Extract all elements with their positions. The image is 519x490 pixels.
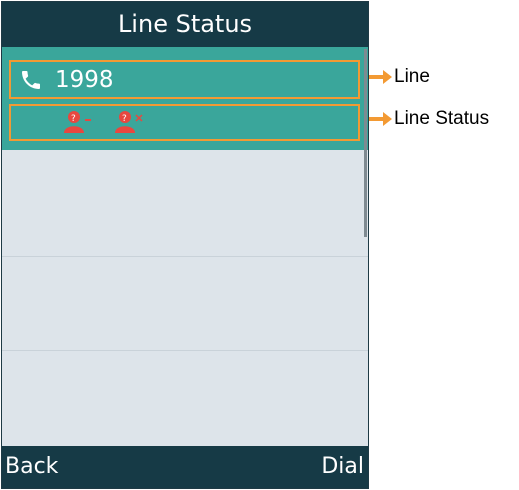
line-number: 1998 bbox=[55, 67, 114, 93]
user-status-icon: ? bbox=[64, 111, 91, 133]
annotation-line-status-label: Line Status bbox=[394, 108, 490, 129]
phone-screen: Line Status 1998 ? ? Back Dial bbox=[1, 1, 369, 489]
arrow-icon bbox=[369, 70, 392, 84]
line-row[interactable]: 1998 bbox=[9, 60, 360, 99]
arrow-icon bbox=[369, 112, 392, 126]
divider bbox=[2, 256, 368, 257]
back-softkey[interactable]: Back bbox=[5, 446, 58, 488]
annotation-line-label: Line bbox=[394, 66, 430, 87]
divider bbox=[2, 350, 368, 351]
line-status-row[interactable]: ? ? bbox=[9, 104, 360, 141]
user-status-icon: ? bbox=[115, 111, 143, 133]
softkey-bar: Back Dial bbox=[2, 446, 368, 488]
svg-text:?: ? bbox=[71, 114, 76, 124]
selected-line-area: 1998 ? ? bbox=[2, 47, 368, 150]
screen-title: Line Status bbox=[2, 2, 368, 47]
phone-handset-icon bbox=[22, 71, 40, 89]
dial-softkey[interactable]: Dial bbox=[321, 446, 364, 488]
svg-text:?: ? bbox=[122, 114, 127, 124]
scrollbar[interactable] bbox=[364, 49, 367, 237]
